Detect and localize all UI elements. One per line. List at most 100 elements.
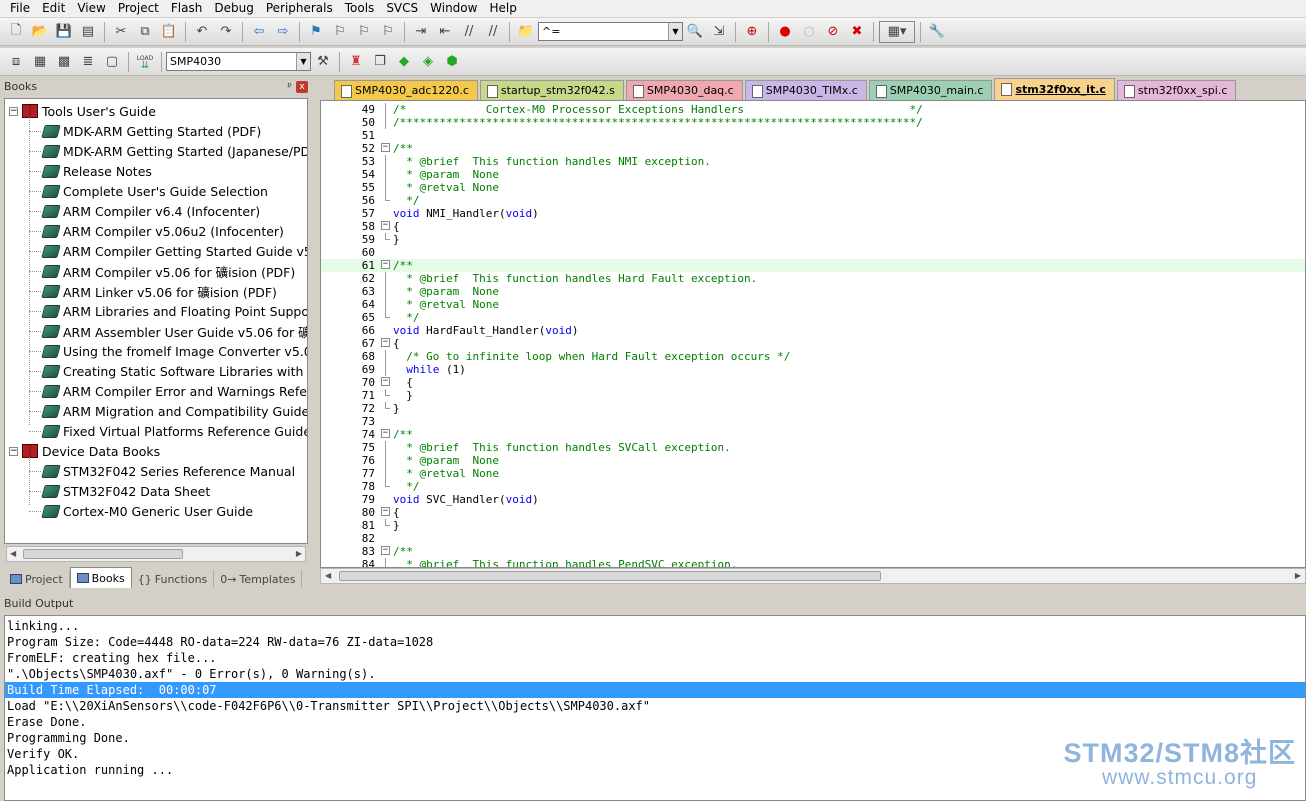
fold-toggle-icon[interactable]: −	[381, 338, 390, 347]
clear-bookmarks-icon[interactable]: ⚐	[377, 21, 399, 43]
scroll-right-icon[interactable]: ▶	[1295, 571, 1301, 580]
select-packs-icon[interactable]: ◈	[417, 51, 439, 73]
build-output-line[interactable]: linking...	[5, 618, 1305, 634]
code-line[interactable]: 63 * @param None	[321, 285, 1305, 298]
menu-item-svcs[interactable]: SVCS	[380, 0, 424, 17]
tree-item[interactable]: ARM Migration and Compatibility Guide v	[29, 401, 307, 421]
code-line[interactable]: 59}	[321, 233, 1305, 246]
undo-icon[interactable]: ↶	[191, 21, 213, 43]
rebuild-icon[interactable]: ▩	[53, 51, 75, 73]
tree-item[interactable]: ARM Compiler v6.4 (Infocenter)	[29, 201, 260, 221]
tree-item[interactable]: Release Notes	[29, 161, 152, 181]
tree-item[interactable]: Creating Static Software Libraries with …	[29, 361, 307, 381]
incremental-find-icon[interactable]: ⇲	[708, 21, 730, 43]
configure-icon[interactable]: 🔧	[926, 21, 948, 43]
code-line[interactable]: 78 */	[321, 480, 1305, 493]
disable-breakpoint-icon[interactable]: ○	[798, 21, 820, 43]
menu-item-peripherals[interactable]: Peripherals	[260, 0, 339, 17]
find-combo[interactable]: ^= ▼	[538, 22, 683, 41]
find-in-files-icon[interactable]: 📁	[515, 21, 537, 43]
editor-tab[interactable]: SMP4030_adc1220.c	[334, 80, 478, 100]
code-line[interactable]: 69 while (1)	[321, 363, 1305, 376]
fold-toggle-icon[interactable]: −	[381, 143, 390, 152]
menu-item-debug[interactable]: Debug	[208, 0, 259, 17]
manage-project-items-icon[interactable]: ♜	[345, 51, 367, 73]
code-line[interactable]: 53 * @brief This function handles NMI ex…	[321, 155, 1305, 168]
code-line[interactable]: 74−/**	[321, 428, 1305, 441]
kill-all-breakpoints-icon[interactable]: ✖	[846, 21, 868, 43]
editor-tab[interactable]: SMP4030_daq.c	[625, 80, 743, 100]
build-output-line[interactable]: FromELF: creating hex file...	[5, 650, 1305, 666]
code-line[interactable]: 76 * @param None	[321, 454, 1305, 467]
tab-books[interactable]: Books	[69, 567, 132, 588]
code-line[interactable]: 54 * @param None	[321, 168, 1305, 181]
cut-icon[interactable]: ✂	[110, 21, 132, 43]
pin-icon[interactable]: ᵖ	[287, 80, 292, 93]
tree-item[interactable]: ARM Assembler User Guide v5.06 for 礦is	[29, 321, 307, 341]
code-line[interactable]: 83−/**	[321, 545, 1305, 558]
close-icon[interactable]: x	[296, 80, 308, 93]
fold-toggle-icon[interactable]: −	[381, 221, 390, 230]
code-line[interactable]: 65 */	[321, 311, 1305, 324]
redo-icon[interactable]: ↷	[215, 21, 237, 43]
target-select[interactable]: SMP4030 ▼	[166, 52, 311, 71]
prev-bookmark-icon[interactable]: ⚐	[329, 21, 351, 43]
code-line[interactable]: 72}	[321, 402, 1305, 415]
tab-project[interactable]: Project	[4, 570, 70, 588]
scroll-right-icon[interactable]: ▶	[296, 549, 302, 558]
tree-item[interactable]: ARM Libraries and Floating Point Support	[29, 301, 307, 321]
stop-build-icon[interactable]: ▢	[101, 51, 123, 73]
tab-templates[interactable]: 0→ Templates	[214, 570, 303, 588]
code-line[interactable]: 52−/**	[321, 142, 1305, 155]
code-line[interactable]: 62 * @brief This function handles Hard F…	[321, 272, 1305, 285]
target-options-icon[interactable]: ⚒	[312, 51, 334, 73]
build-output-line[interactable]: Load "E:\\20XiAnSensors\\code-F042F6P6\\…	[5, 698, 1305, 714]
unindent-icon[interactable]: ⇤	[434, 21, 456, 43]
code-line[interactable]: 84 * @brief This function handles PendSV…	[321, 558, 1305, 567]
editor-tab[interactable]: SMP4030_main.c	[868, 80, 993, 100]
build-output-line[interactable]: Program Size: Code=4448 RO-data=224 RW-d…	[5, 634, 1305, 650]
bookmark-icon[interactable]: ⚑	[305, 21, 327, 43]
tree-item[interactable]: ARM Compiler v5.06u2 (Infocenter)	[29, 221, 284, 241]
batch-build-icon[interactable]: ≣	[77, 51, 99, 73]
tree-item[interactable]: ARM Compiler Error and Warnings Refere	[29, 381, 307, 401]
code-line[interactable]: 73	[321, 415, 1305, 428]
code-line[interactable]: 58−{	[321, 220, 1305, 233]
code-line[interactable]: 64 * @retval None	[321, 298, 1305, 311]
menu-item-help[interactable]: Help	[483, 0, 522, 17]
code-line[interactable]: 55 * @retval None	[321, 181, 1305, 194]
fold-toggle-icon[interactable]: −	[381, 260, 390, 269]
code-line[interactable]: 61−/**	[321, 259, 1305, 272]
copy-icon[interactable]: ⧉	[134, 21, 156, 43]
code-line[interactable]: 50 /*************************************…	[321, 116, 1305, 129]
tree-item[interactable]: Using the fromelf Image Converter v5.06	[29, 341, 307, 361]
tree-item[interactable]: STM32F042 Data Sheet	[29, 481, 210, 501]
code-line[interactable]: 70− {	[321, 376, 1305, 389]
code-line[interactable]: 68 /* Go to infinite loop when Hard Faul…	[321, 350, 1305, 363]
manage-run-time-env-icon[interactable]: ◆	[393, 51, 415, 73]
comment-icon[interactable]: //	[458, 21, 480, 43]
manage-multi-project-icon[interactable]: ❐	[369, 51, 391, 73]
code-line[interactable]: 57 void NMI_Handler(void)	[321, 207, 1305, 220]
scroll-left-icon[interactable]: ◀	[325, 571, 331, 580]
tree-item[interactable]: Cortex-M0 Generic User Guide	[29, 501, 253, 521]
menu-item-window[interactable]: Window	[424, 0, 483, 17]
collapse-icon[interactable]: −	[9, 106, 18, 116]
code-line[interactable]: 75 * @brief This function handles SVCall…	[321, 441, 1305, 454]
fold-toggle-icon[interactable]: −	[381, 429, 390, 438]
breakpoint-icon[interactable]: ●	[774, 21, 796, 43]
code-line[interactable]: 79 void SVC_Handler(void)	[321, 493, 1305, 506]
chevron-down-icon[interactable]: ▼	[296, 53, 310, 70]
menu-item-flash[interactable]: Flash	[165, 0, 208, 17]
code-editor[interactable]: 49 /* Cortex-M0 Processor Exceptions Hand…	[320, 100, 1306, 568]
save-icon[interactable]: 💾	[53, 21, 75, 43]
collapse-icon[interactable]: −	[9, 446, 18, 456]
tab-functions[interactable]: {} Functions	[132, 570, 215, 588]
fold-toggle-icon[interactable]: −	[381, 546, 390, 555]
window-layout-icon[interactable]: ▦▾	[879, 20, 915, 43]
books-tree-scrollbar[interactable]: ◀ ▶	[6, 546, 306, 562]
disable-all-breakpoints-icon[interactable]: ⊘	[822, 21, 844, 43]
open-file-icon[interactable]: 📂	[29, 21, 51, 43]
tree-group[interactable]: − Device Data Books	[9, 441, 160, 461]
tree-item[interactable]: MDK-ARM Getting Started (Japanese/PDF	[29, 141, 307, 161]
